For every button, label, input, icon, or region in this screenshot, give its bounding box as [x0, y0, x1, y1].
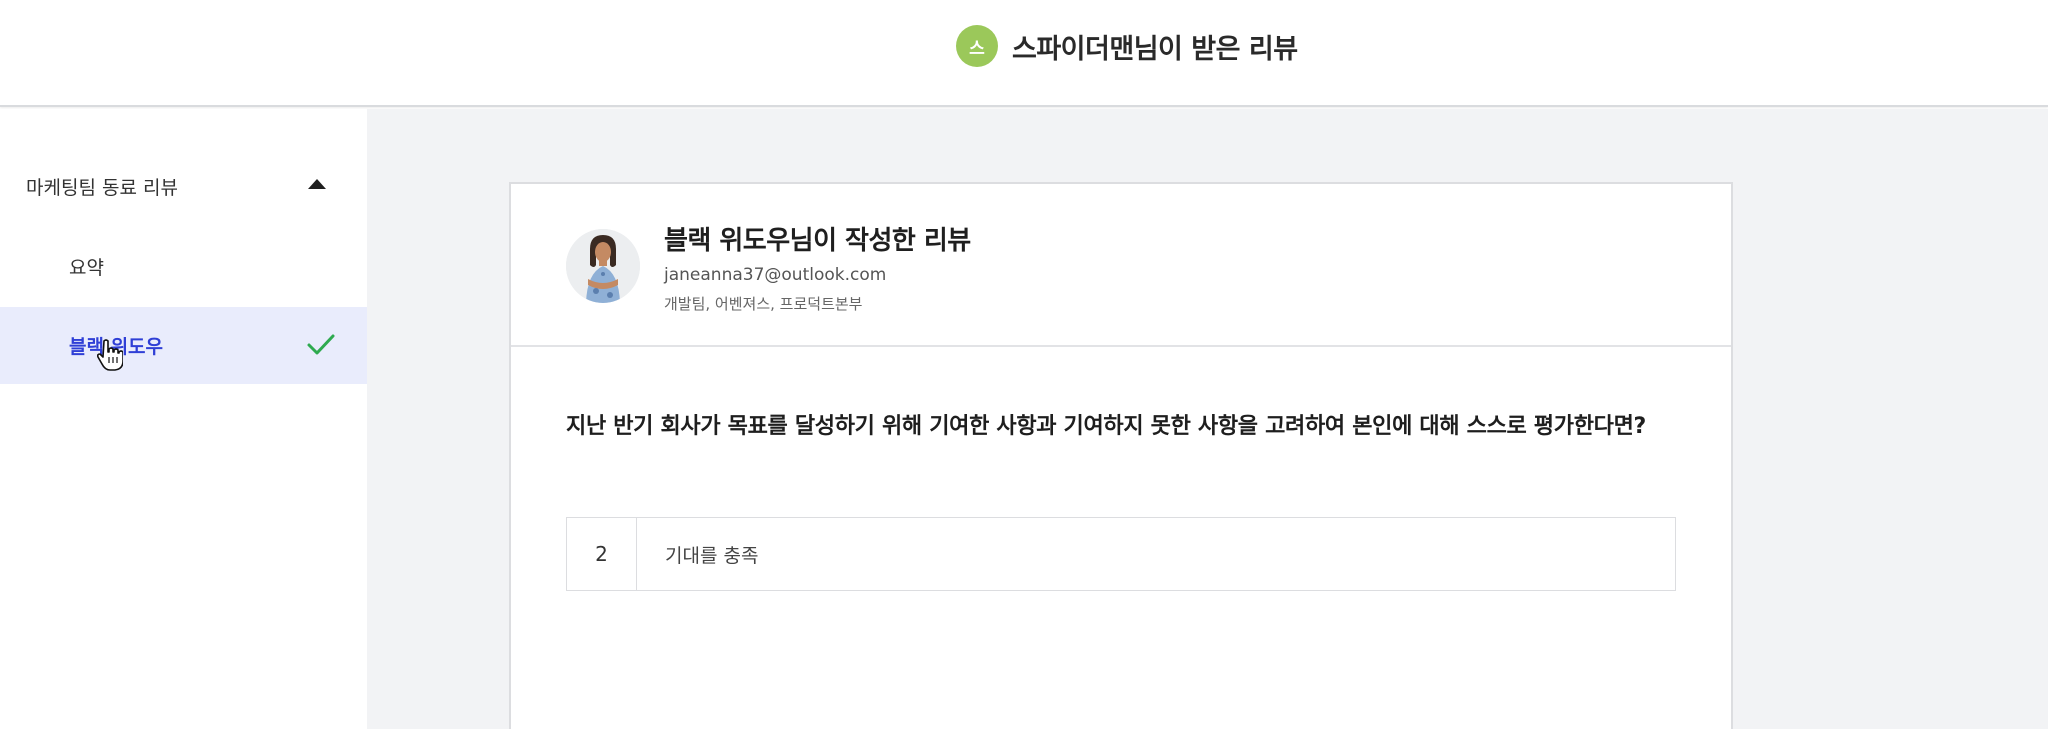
- review-question: 지난 반기 회사가 목표를 달성하기 위해 기여한 사항과 기여하지 못한 사항…: [566, 414, 1646, 439]
- caret-up-icon[interactable]: [308, 179, 326, 189]
- check-icon: [307, 334, 335, 355]
- answer-text: 기대를 충족: [665, 544, 759, 567]
- sidebar-item-summary[interactable]: 요약: [0, 228, 367, 305]
- review-title: 블랙 위도우님이 작성한 리뷰: [664, 226, 971, 256]
- sidebar: 마케팅팀 동료 리뷰 요약 블랙 위도우: [0, 109, 367, 729]
- hand-pointer-cursor-icon: [97, 339, 123, 371]
- page-title: 스파이더맨님이 받은 리뷰: [1012, 33, 1298, 65]
- answer-score: 2: [567, 518, 637, 590]
- sidebar-item-label: 요약: [69, 257, 104, 279]
- review-card-header: 블랙 위도우님이 작성한 리뷰 janeanna37@outlook.com 개…: [511, 184, 1731, 347]
- answer-box: 2 기대를 충족: [566, 517, 1676, 591]
- sidebar-item-black-widow[interactable]: 블랙 위도우: [0, 307, 367, 384]
- sidebar-group-marketing-peer-review[interactable]: 마케팅팀 동료 리뷰: [0, 164, 367, 208]
- top-header: 스 스파이더맨님이 받은 리뷰: [0, 0, 2048, 107]
- reviewer-avatar: [566, 229, 640, 303]
- reviewee-heading: 스 스파이더맨님이 받은 리뷰: [956, 25, 1298, 67]
- reviewer-teams: 개발팀, 어벤져스, 프로덕트본부: [664, 295, 863, 313]
- reviewer-email: janeanna37@outlook.com: [664, 265, 887, 285]
- reviewer-photo-icon: [566, 229, 640, 303]
- sidebar-group-label: 마케팅팀 동료 리뷰: [26, 176, 178, 199]
- review-card: 블랙 위도우님이 작성한 리뷰 janeanna37@outlook.com 개…: [509, 182, 1733, 729]
- reviewee-avatar: 스: [956, 25, 998, 67]
